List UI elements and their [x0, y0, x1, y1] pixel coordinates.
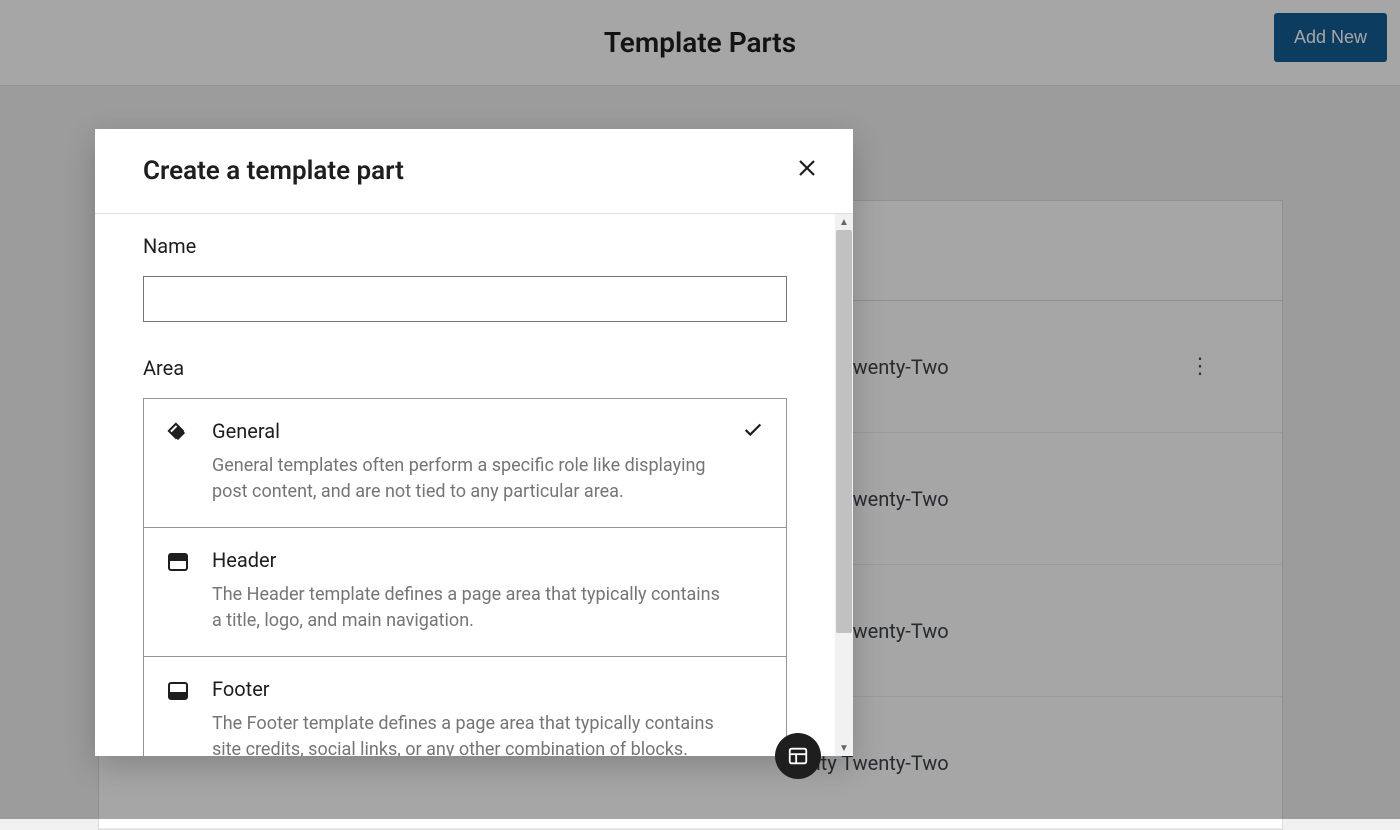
area-option-general[interactable]: General General templates often perform …	[144, 399, 786, 528]
modal-body: Name Area General General templates ofte…	[95, 214, 835, 756]
area-options-list: General General templates often perform …	[143, 398, 787, 756]
area-option-footer[interactable]: Footer The Footer template defines a pag…	[144, 657, 786, 756]
area-option-description: The Header template defines a page area …	[212, 582, 732, 634]
scroll-down-arrow-icon[interactable]: ▼	[835, 740, 853, 756]
modal-title: Create a template part	[143, 156, 404, 186]
area-option-title: General	[212, 419, 764, 443]
area-label: Area	[143, 356, 787, 380]
layers-icon	[166, 421, 190, 445]
area-option-description: The Footer template defines a page area …	[212, 711, 732, 756]
check-icon	[742, 419, 764, 447]
area-option-header[interactable]: Header The Header template defines a pag…	[144, 528, 786, 657]
scrollbar-track[interactable]	[835, 230, 853, 740]
area-option-description: General templates often perform a specif…	[212, 453, 732, 505]
name-label: Name	[143, 234, 787, 258]
close-icon	[797, 157, 817, 185]
floating-action-button[interactable]	[775, 733, 821, 779]
modal-scrollbar[interactable]: ▲ ▼	[835, 214, 853, 756]
area-option-title: Footer	[212, 677, 764, 701]
footer-icon	[166, 679, 190, 703]
scroll-up-arrow-icon[interactable]: ▲	[835, 214, 853, 230]
modal-header: Create a template part	[95, 129, 853, 214]
area-option-title: Header	[212, 548, 764, 572]
layout-icon	[787, 745, 809, 767]
name-input[interactable]	[143, 276, 787, 322]
scrollbar-thumb[interactable]	[836, 230, 852, 633]
header-icon	[166, 550, 190, 574]
close-button[interactable]	[789, 153, 825, 189]
create-template-part-modal: Create a template part Name Area General…	[95, 129, 853, 756]
